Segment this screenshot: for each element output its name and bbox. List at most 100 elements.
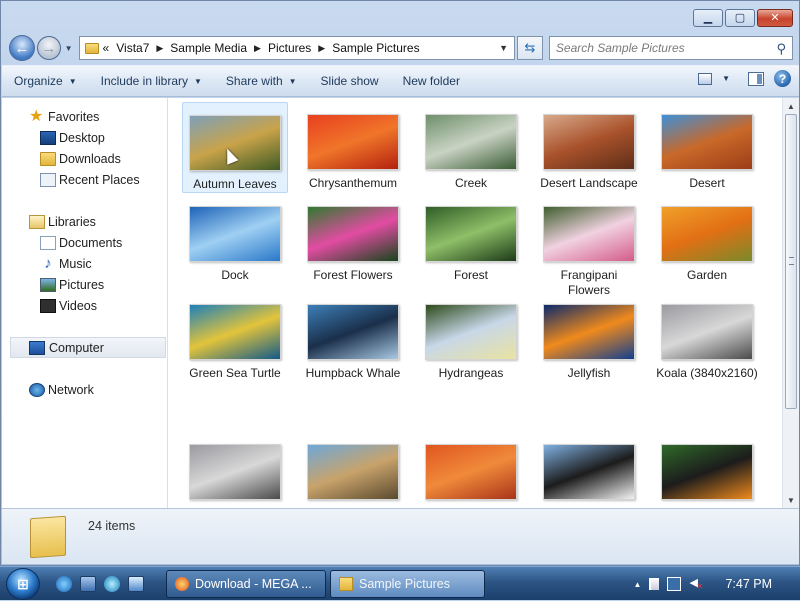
file-item[interactable]: Creek	[418, 102, 524, 191]
file-item[interactable]: Forest	[418, 194, 524, 283]
sidebar-item-recent-places[interactable]: Recent Places	[2, 169, 167, 190]
sidebar-item-computer[interactable]: Computer	[10, 337, 166, 358]
close-button[interactable]: ✕	[757, 9, 793, 27]
breadcrumb-overflow[interactable]: «	[103, 41, 110, 55]
sidebar-item-favorites[interactable]: ★ Favorites	[2, 106, 167, 127]
clock[interactable]: 7:47 PM	[725, 577, 772, 591]
toolbar-right: ▼ ?	[698, 70, 791, 87]
show-hidden-icons-icon[interactable]: ▲	[634, 580, 642, 589]
new-folder-button[interactable]: New folder	[391, 68, 472, 94]
preview-pane-icon[interactable]	[748, 71, 764, 86]
breadcrumb-pictures[interactable]: Pictures	[268, 41, 311, 55]
folder-icon	[339, 577, 353, 591]
sidebar-item-libraries[interactable]: Libraries	[2, 211, 167, 232]
grip-icon	[789, 257, 794, 265]
file-item[interactable]: Forest Flowers	[300, 194, 406, 283]
file-item[interactable]: Autumn Leaves	[182, 102, 288, 193]
file-item[interactable]: Green Sea Turtle	[182, 292, 288, 381]
breadcrumb-separator-icon[interactable]: ▶	[156, 43, 163, 54]
libraries-icon	[29, 214, 45, 229]
image-thumbnail	[543, 114, 635, 170]
file-name: Garden	[686, 268, 728, 282]
recent-pages-dropdown[interactable]: ▼	[63, 44, 75, 53]
file-list: Autumn Leaves Chrysanthemum Creek Desert La…	[182, 102, 776, 508]
help-icon[interactable]: ?	[774, 70, 791, 87]
breadcrumb-vista7[interactable]: Vista7	[116, 41, 149, 55]
sidebar-item-videos[interactable]: Videos	[2, 295, 167, 316]
file-item[interactable]: Chrysanthemum	[300, 102, 406, 191]
sidebar-item-label: Downloads	[59, 151, 121, 166]
file-item[interactable]: Hydrangeas	[418, 292, 524, 381]
media-player-icon[interactable]	[104, 576, 120, 592]
image-thumbnail	[425, 304, 517, 360]
sidebar-item-label: Videos	[59, 298, 97, 313]
maximize-button[interactable]: ▢	[725, 9, 755, 27]
search-icon[interactable]: ⚲	[776, 41, 786, 57]
folder-icon	[30, 515, 66, 559]
change-view-icon[interactable]	[698, 72, 713, 85]
show-desktop-icon[interactable]	[80, 576, 96, 592]
breadcrumb-separator-icon[interactable]: ▶	[318, 43, 325, 54]
include-in-library-button[interactable]: Include in library ▼	[89, 68, 214, 94]
slide-show-button[interactable]: Slide show	[309, 68, 391, 94]
vertical-scrollbar[interactable]: ▲ ▼	[782, 98, 799, 508]
firefox-icon	[175, 577, 189, 591]
scrollbar-thumb[interactable]	[785, 114, 797, 409]
sidebar-item-pictures[interactable]: Pictures	[2, 274, 167, 295]
network-tray-icon[interactable]	[667, 577, 682, 591]
search-box[interactable]: ⚲	[548, 36, 793, 60]
file-item[interactable]: Humpback Whale	[300, 292, 406, 381]
file-item[interactable]: Desert	[654, 102, 760, 191]
sidebar-item-music[interactable]: ♪ Music	[2, 253, 167, 274]
slide-show-label: Slide show	[320, 74, 379, 88]
organize-button[interactable]: Organize ▼	[2, 68, 89, 94]
taskbar-button-mega[interactable]: Download - MEGA ...	[166, 570, 326, 598]
sidebar-item-desktop[interactable]: Desktop	[2, 127, 167, 148]
action-center-flag-icon[interactable]	[649, 578, 660, 590]
file-item[interactable]: Jellyfish	[536, 292, 642, 381]
refresh-button[interactable]: ⇆	[517, 36, 543, 60]
star-icon: ★	[29, 107, 44, 125]
file-name: Desert	[689, 176, 725, 190]
taskbar-button-sample-pictures[interactable]: Sample Pictures	[330, 570, 485, 598]
address-bar[interactable]: « Vista7 ▶ Sample Media ▶ Pictures ▶ Sam…	[78, 36, 516, 60]
details-pane: 24 items	[2, 508, 799, 564]
file-item[interactable]: Lighthouse	[300, 432, 406, 508]
share-with-label: Share with	[225, 74, 283, 88]
share-with-button[interactable]: Share with ▼	[214, 68, 309, 94]
sidebar-item-downloads[interactable]: Downloads	[2, 148, 167, 169]
forward-button[interactable]: →	[36, 36, 61, 60]
back-button[interactable]: ←	[9, 35, 35, 61]
chevron-down-icon: ▼	[68, 76, 77, 86]
scroll-up-icon[interactable]: ▲	[783, 98, 799, 114]
breadcrumb-sample-pictures[interactable]: Sample Pictures	[332, 41, 419, 55]
file-item[interactable]: Frangipani Flowers	[536, 194, 642, 298]
file-item[interactable]: Koala (3840x2160)	[654, 292, 760, 381]
address-dropdown-icon[interactable]: ▼	[499, 43, 508, 53]
minimize-button[interactable]: ▁	[693, 9, 723, 27]
breadcrumb: « Vista7 ▶ Sample Media ▶ Pictures ▶ Sam…	[103, 41, 420, 55]
search-input[interactable]	[555, 41, 756, 55]
file-item[interactable]: Dock	[182, 194, 288, 283]
image-thumbnail	[189, 206, 281, 262]
breadcrumb-separator-icon[interactable]: ▶	[254, 43, 261, 54]
file-item[interactable]: Desert Landscape	[536, 102, 642, 191]
breadcrumb-sample-media[interactable]: Sample Media	[170, 41, 247, 55]
volume-muted-icon[interactable]	[689, 576, 703, 591]
sidebar-item-network[interactable]: Network	[2, 379, 167, 400]
sidebar-item-documents[interactable]: Documents	[2, 232, 167, 253]
file-item[interactable]: Garden	[654, 194, 760, 283]
file-item[interactable]: Oryx Antelope	[418, 432, 524, 508]
file-item[interactable]: Toco Toucan	[654, 432, 760, 508]
start-button[interactable]: ⊞	[6, 568, 40, 600]
file-item[interactable]: Penguins	[536, 432, 642, 508]
scroll-down-icon[interactable]: ▼	[783, 492, 799, 508]
switch-windows-icon[interactable]	[128, 576, 144, 592]
file-item[interactable]: Koala	[182, 432, 288, 508]
folder-icon	[84, 42, 99, 54]
view-options-dropdown-icon[interactable]: ▼	[722, 74, 730, 83]
internet-explorer-icon[interactable]	[56, 576, 72, 592]
